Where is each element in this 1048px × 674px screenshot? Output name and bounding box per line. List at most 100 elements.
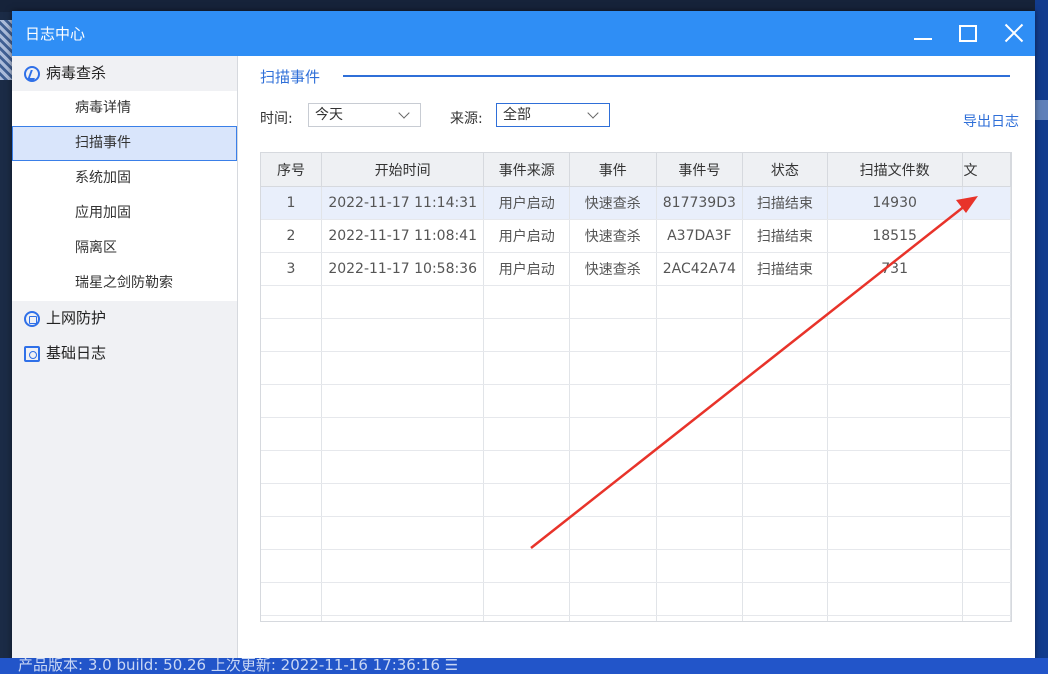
table-cell: 2022-11-17 11:08:41: [321, 219, 485, 253]
column-header[interactable]: 事件号: [656, 153, 744, 187]
sidebar-group-basic-log[interactable]: 基础日志: [12, 336, 237, 371]
table-cell: [962, 582, 1011, 616]
chevron-down-icon: [398, 107, 410, 119]
empty-table-row: [261, 417, 1011, 451]
time-filter-select[interactable]: 今天: [308, 103, 421, 127]
background-app-strip: [1035, 100, 1048, 120]
close-icon[interactable]: [1000, 19, 1028, 47]
empty-table-row: [261, 285, 1011, 319]
maximize-icon[interactable]: [954, 19, 982, 47]
source-filter-value: 全部: [503, 107, 531, 123]
empty-table-row: [261, 384, 1011, 418]
main-panel: 扫描事件 时间: 今天 来源: 全部 导出日志 序号 开始时间 事件来源 事件 事件号状…: [238, 56, 1035, 660]
table-cell: [261, 516, 322, 550]
table-cell: 2: [261, 219, 322, 253]
table-row[interactable]: 3 2022-11-17 10:58:36 用户启动 快速查杀 2AC42A74 扫描结束…: [261, 252, 1011, 286]
table-cell: 817739D3: [656, 186, 744, 220]
section-title: 扫描事件: [260, 68, 321, 86]
section-divider: [343, 75, 1010, 77]
table-cell: [656, 384, 744, 418]
table-cell: [962, 318, 1011, 352]
table-cell: [962, 549, 1011, 583]
source-filter-select[interactable]: 全部: [496, 103, 610, 127]
table-row[interactable]: 2 2022-11-17 11:08:41 用户启动 快速查杀 A37DA3F 扫描结束 1…: [261, 219, 1011, 253]
table-cell: [483, 417, 571, 451]
column-header[interactable]: 扫描文件数: [827, 153, 963, 187]
table-cell: [742, 285, 828, 319]
sidebar-group-web-protection[interactable]: 上网防护: [12, 301, 237, 336]
sidebar-group-virus-scan[interactable]: 病毒查杀: [12, 56, 237, 91]
table-cell: [321, 285, 485, 319]
sidebar-item-scan-events[interactable]: 扫描事件: [12, 126, 237, 161]
table-cell: 2AC42A74: [656, 252, 744, 286]
table-cell: [962, 351, 1011, 385]
column-header[interactable]: 文: [962, 153, 1011, 187]
empty-table-row: [261, 615, 1011, 621]
table-cell: [742, 615, 828, 621]
export-log-link[interactable]: 导出日志: [963, 111, 1019, 131]
table-cell: 扫描结束: [742, 186, 828, 220]
sidebar-group-label: 上网防护: [46, 309, 107, 327]
table-cell: [742, 384, 828, 418]
table-cell: [261, 615, 322, 621]
table-cell: 3: [261, 252, 322, 286]
table-cell: [656, 285, 744, 319]
table-cell: [321, 582, 485, 616]
table-cell: [962, 483, 1011, 517]
table-cell: [827, 516, 963, 550]
table-cell: [742, 351, 828, 385]
table-cell: [742, 318, 828, 352]
table-cell: [962, 285, 1011, 319]
table-cell: [827, 582, 963, 616]
table-cell: 用户启动: [483, 219, 571, 253]
table-cell: 用户启动: [483, 252, 571, 286]
table-cell: [483, 615, 571, 621]
table-cell: [962, 219, 1011, 253]
table-cell: [656, 318, 744, 352]
table-cell: [742, 582, 828, 616]
table-cell: [742, 516, 828, 550]
table-cell: [569, 483, 657, 517]
column-header[interactable]: 事件: [569, 153, 657, 187]
table-cell: 731: [827, 252, 963, 286]
sidebar-group-label: 病毒查杀: [46, 64, 107, 82]
table-cell: [962, 252, 1011, 286]
table-cell: [261, 417, 322, 451]
empty-table-row: [261, 450, 1011, 484]
column-header[interactable]: 事件来源: [483, 153, 571, 187]
sidebar-item-ransomware-defense[interactable]: 瑞星之剑防勒索: [12, 266, 237, 301]
table-row[interactable]: 1 2022-11-17 11:14:31 用户启动 快速查杀 817739D3 扫描结束…: [261, 186, 1011, 220]
table-cell: [261, 483, 322, 517]
chevron-down-icon: [587, 107, 599, 119]
window-title: 日志中心: [25, 25, 86, 43]
table-cell: [483, 285, 571, 319]
sidebar-subitems: 病毒详情 扫描事件 系统加固 应用加固 隔离区 瑞星之剑防勒索: [12, 91, 237, 301]
column-header[interactable]: 状态: [742, 153, 828, 187]
sidebar-item-virus-details[interactable]: 病毒详情: [12, 91, 237, 126]
table-cell: [569, 516, 657, 550]
column-header[interactable]: 开始时间: [321, 153, 485, 187]
table-cell: [827, 483, 963, 517]
table-cell: [656, 516, 744, 550]
sidebar-item-app-hardening[interactable]: 应用加固: [12, 196, 237, 231]
table-cell: [483, 516, 571, 550]
table-cell: [827, 615, 963, 621]
titlebar[interactable]: 日志中心: [12, 11, 1035, 56]
web-protection-icon: [24, 310, 40, 327]
sidebar-item-quarantine[interactable]: 隔离区: [12, 231, 237, 266]
column-header[interactable]: 序号: [261, 153, 322, 187]
table-cell: 扫描结束: [742, 252, 828, 286]
table-cell: [569, 549, 657, 583]
table-cell: [569, 615, 657, 621]
table-cell: [483, 450, 571, 484]
table-cell: 18515: [827, 219, 963, 253]
table-cell: [827, 285, 963, 319]
sidebar-item-system-hardening[interactable]: 系统加固: [12, 161, 237, 196]
table-cell: 2022-11-17 10:58:36: [321, 252, 485, 286]
empty-table-row: [261, 318, 1011, 352]
minimize-icon[interactable]: [910, 19, 938, 47]
table-cell: [483, 351, 571, 385]
time-filter-value: 今天: [315, 107, 343, 123]
table-cell: [321, 516, 485, 550]
table-cell: [962, 417, 1011, 451]
